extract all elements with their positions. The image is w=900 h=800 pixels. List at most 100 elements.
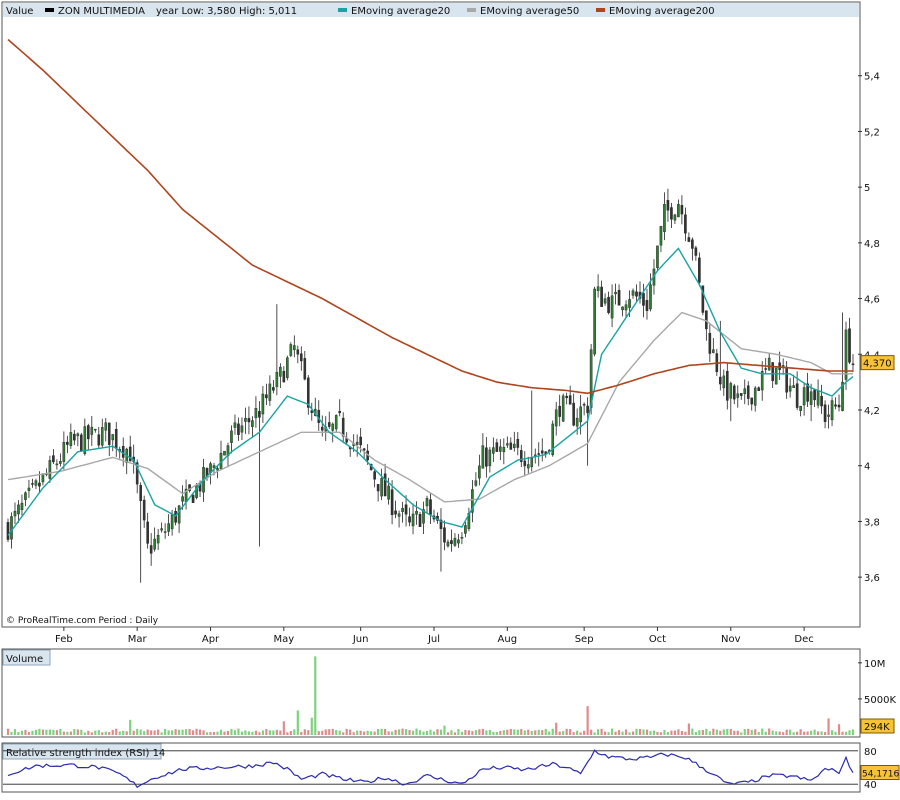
- candle-body: [97, 434, 101, 446]
- candle-body: [429, 499, 432, 515]
- candle-body: [251, 420, 254, 427]
- volume-bar: [387, 731, 390, 735]
- volume-bar: [677, 729, 680, 735]
- volume-bar: [101, 732, 104, 735]
- candle-body: [610, 295, 614, 319]
- volume-bar: [666, 732, 670, 735]
- volume-bar: [474, 730, 477, 735]
- volume-bar: [10, 731, 13, 735]
- candle-body: [272, 387, 275, 391]
- volume-bar: [757, 731, 760, 735]
- candle-body: [261, 393, 265, 415]
- volume-bar: [624, 729, 628, 735]
- candle-body: [13, 510, 17, 517]
- candle-body: [526, 464, 530, 469]
- volume-bar: [544, 728, 547, 735]
- candle-body: [687, 237, 691, 242]
- candle-body: [289, 344, 293, 356]
- candle-body: [785, 366, 788, 393]
- candle-body: [230, 430, 233, 443]
- candle-body: [635, 291, 638, 297]
- stock-chart: Value ZON MULTIMEDIA year Low: 3,580 High…: [1, 1, 900, 793]
- price-tick-label: 3,8: [864, 517, 880, 528]
- volume-bar: [457, 729, 460, 735]
- volume-bar: [111, 729, 114, 735]
- candle-body: [320, 426, 324, 431]
- volume-bar: [698, 730, 701, 735]
- candle-body: [341, 417, 345, 437]
- candle-body: [244, 417, 247, 422]
- price-tick-label: 4,2: [864, 406, 880, 417]
- candle-body: [809, 391, 813, 405]
- price-tick-label: 3,6: [864, 573, 880, 584]
- volume-bar: [642, 729, 645, 735]
- candle-body: [596, 286, 600, 291]
- volume-bar: [27, 732, 31, 735]
- candle-body: [383, 473, 387, 497]
- candle-body: [107, 422, 111, 445]
- candle-body: [279, 366, 282, 377]
- volume-bar: [820, 731, 823, 735]
- volume-bar: [244, 730, 247, 735]
- candle-body: [513, 443, 516, 448]
- candle-body: [844, 329, 848, 380]
- candle-body: [418, 514, 422, 527]
- volume-bar: [656, 731, 659, 735]
- volume-title: Volume: [6, 654, 43, 665]
- candle-body: [499, 446, 502, 452]
- volume-bar: [502, 730, 505, 735]
- candle-body: [495, 442, 499, 452]
- volume-bar: [289, 731, 292, 735]
- volume-bar: [583, 730, 586, 735]
- legend-label-0: ZON MULTIMEDIA: [58, 6, 145, 17]
- volume-bar: [443, 725, 446, 735]
- candle-body: [20, 502, 24, 511]
- volume-bar: [17, 731, 20, 735]
- volume-bar: [740, 732, 743, 735]
- candle-body: [446, 541, 450, 547]
- candle-body: [670, 207, 673, 220]
- candle-body: [488, 449, 492, 467]
- volume-bar: [83, 732, 86, 735]
- volume-bar: [485, 730, 488, 735]
- volume-bar: [603, 731, 607, 735]
- volume-bar: [261, 730, 264, 735]
- volume-bar: [743, 729, 746, 735]
- volume-bar: [157, 729, 160, 735]
- candle-body: [83, 426, 87, 454]
- volume-bar: [628, 732, 631, 735]
- candle-body: [572, 402, 575, 426]
- candle-body: [177, 505, 181, 524]
- candle-body: [600, 286, 603, 307]
- volume-bar: [13, 729, 17, 735]
- volume-bar: [279, 730, 282, 735]
- volume-bar: [331, 728, 334, 735]
- candle-body: [142, 499, 146, 521]
- last-price-badge: 4,370: [860, 355, 895, 371]
- volume-bar: [673, 730, 677, 735]
- volume-bar: [548, 731, 551, 735]
- candle-body: [680, 205, 684, 215]
- candle-body: [265, 394, 268, 399]
- volume-bar: [195, 728, 198, 735]
- volume-bar: [516, 729, 519, 735]
- candle-body: [457, 539, 460, 544]
- candle-body: [645, 300, 649, 311]
- rsi-tick-label: 40: [864, 780, 877, 791]
- volume-bar: [617, 730, 621, 735]
- legend-swatch-3: [467, 8, 476, 12]
- volume-bar: [614, 731, 617, 735]
- candle-body: [848, 328, 851, 363]
- candle-body: [373, 471, 376, 480]
- volume-bar: [310, 717, 313, 735]
- volume-bar: [422, 731, 425, 735]
- candle-body: [823, 404, 827, 422]
- candle-body: [146, 521, 149, 544]
- candle-body: [684, 214, 687, 234]
- candle-body: [397, 513, 401, 517]
- volume-bar: [792, 732, 795, 735]
- volume-bar: [527, 729, 530, 735]
- volume-bar: [429, 729, 432, 735]
- candle-body: [17, 504, 20, 515]
- candle-body: [31, 483, 34, 485]
